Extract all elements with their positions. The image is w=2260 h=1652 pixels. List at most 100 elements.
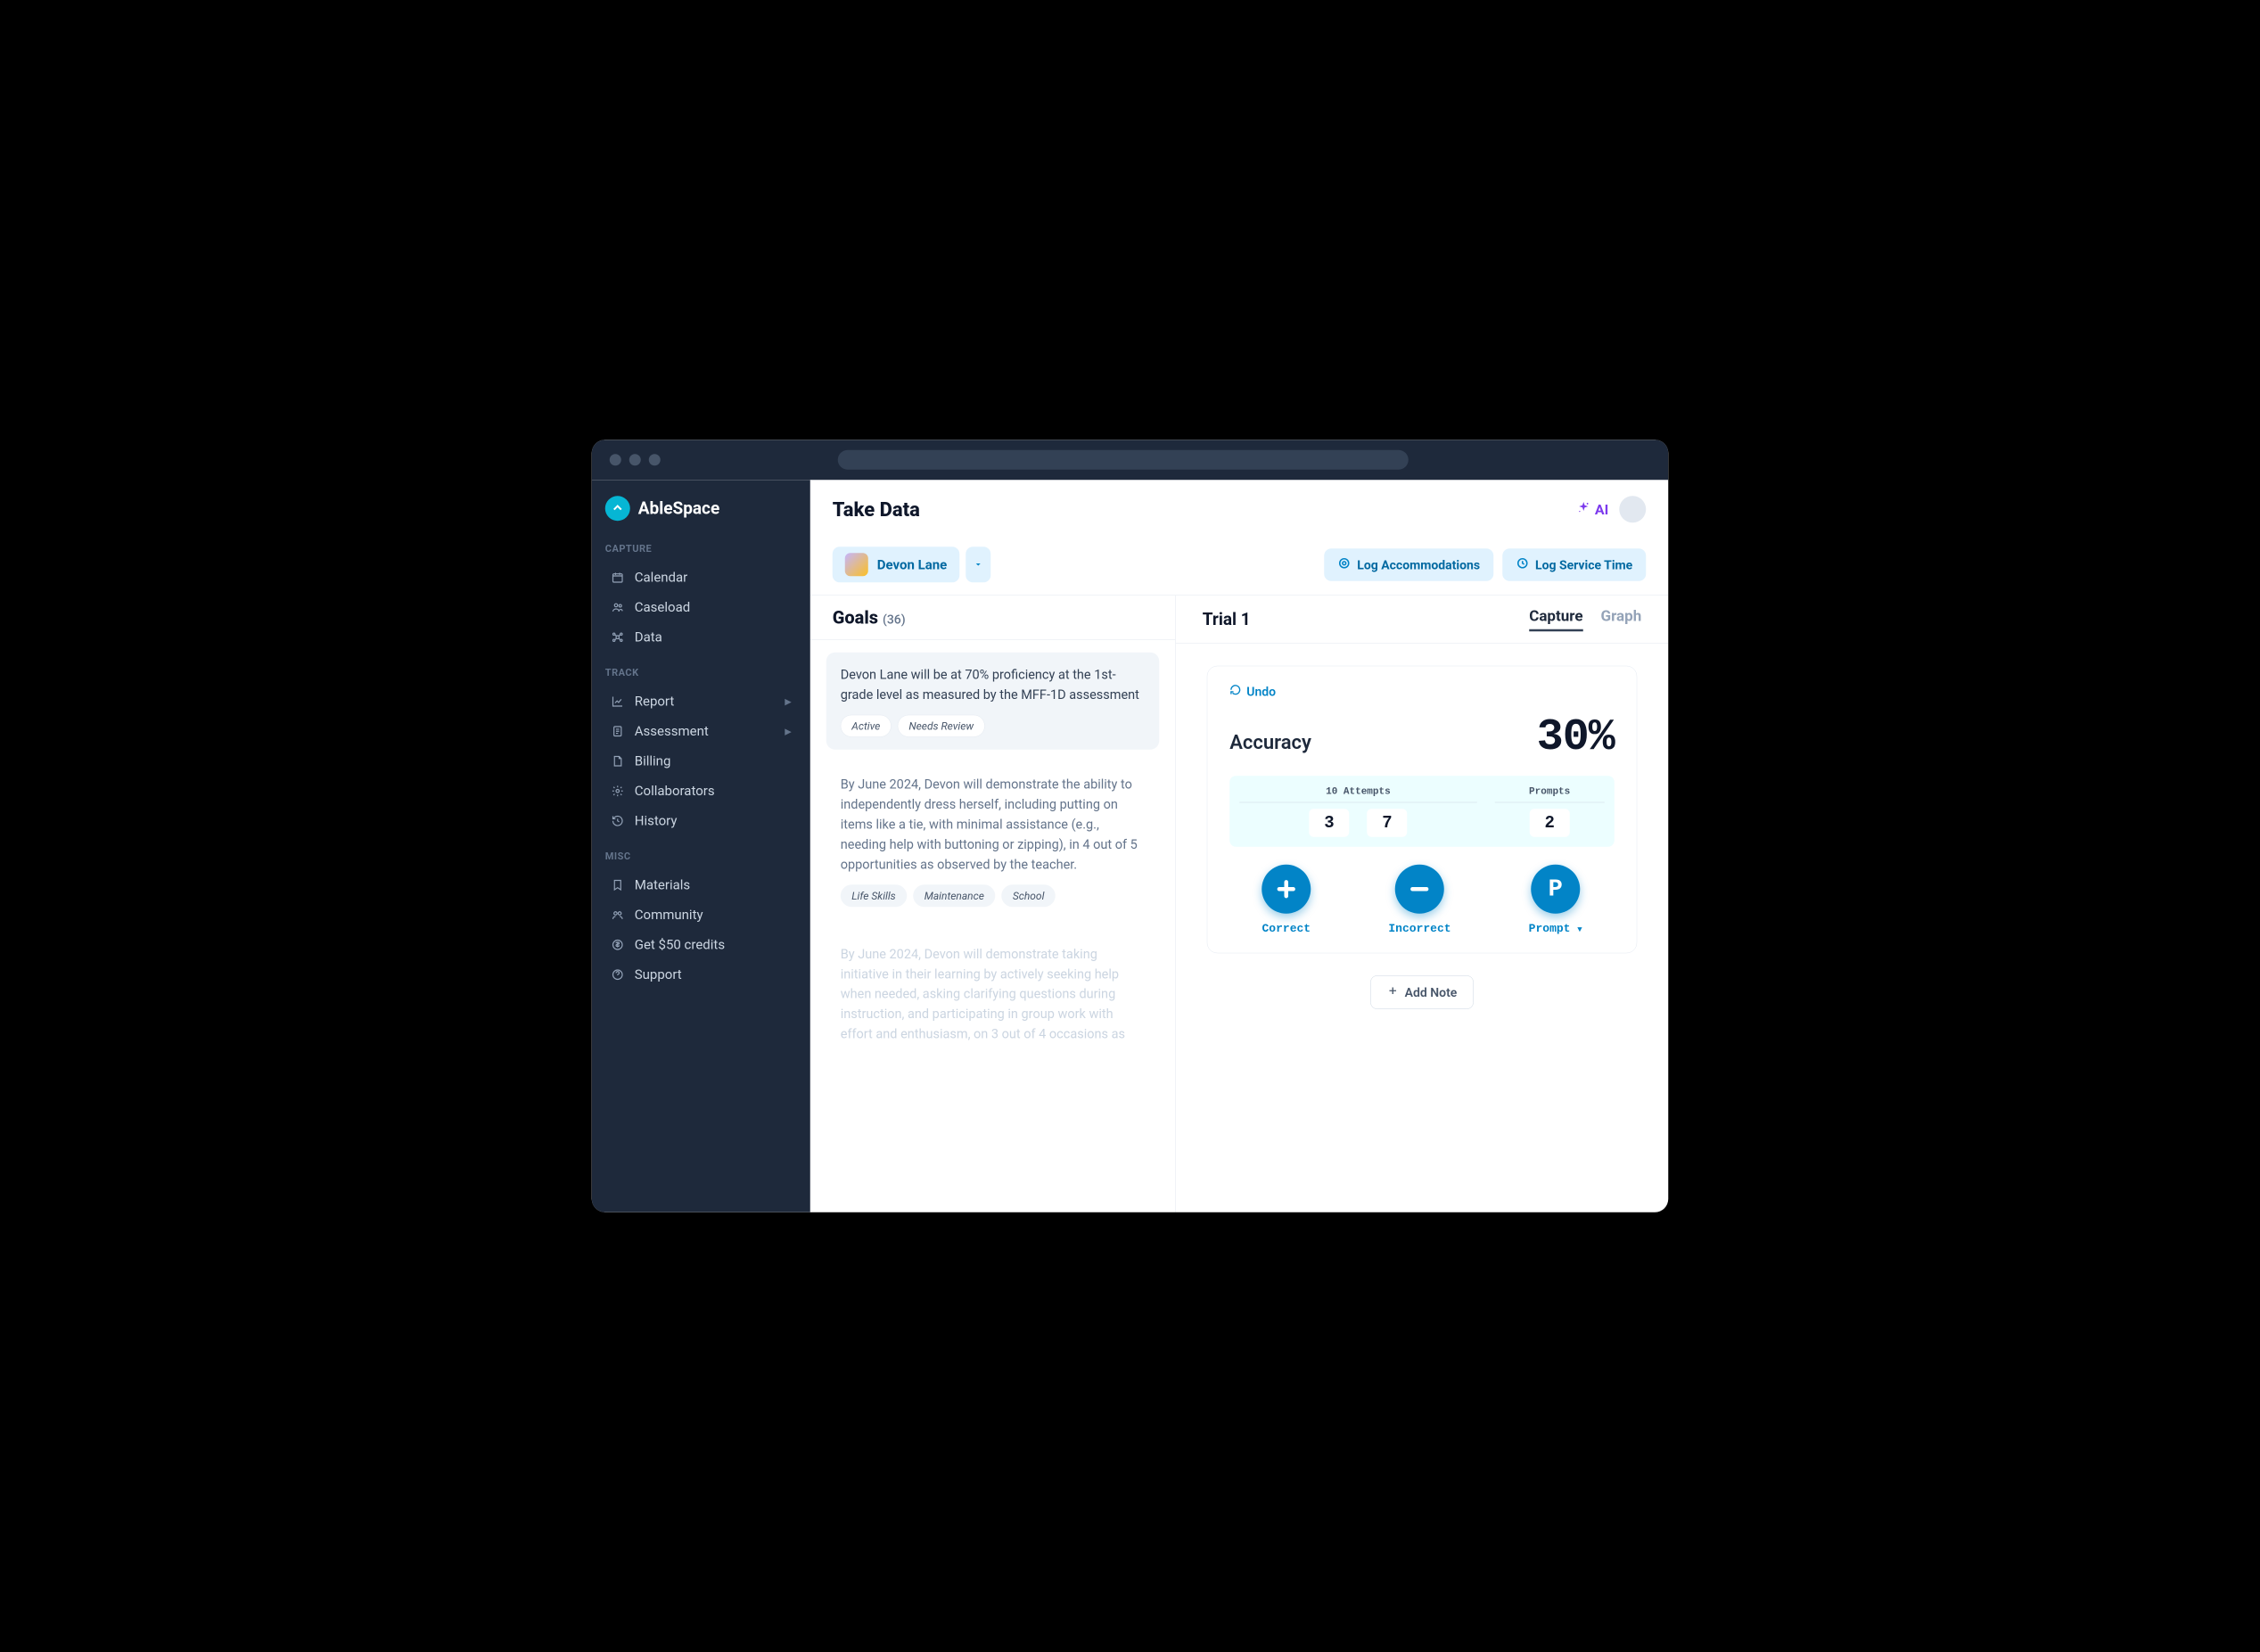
plus-icon (1387, 985, 1399, 1000)
incorrect-button[interactable]: Incorrect (1388, 865, 1451, 935)
student-avatar (845, 553, 868, 576)
nav-label: Support (635, 966, 682, 982)
tag: Life Skills (841, 884, 907, 907)
nav-label: Data (635, 629, 662, 645)
goal-text: By June 2024, Devon will demonstrate the… (841, 775, 1146, 875)
add-note-button[interactable]: Add Note (1370, 975, 1474, 1009)
goal-card[interactable]: By June 2024, Devon will demonstrate the… (826, 762, 1160, 919)
nav-label: Materials (635, 877, 690, 893)
users-icon (611, 600, 625, 614)
logo-text: AbleSpace (638, 498, 719, 518)
header: Take Data AI (810, 480, 1669, 538)
plus-icon (1261, 865, 1311, 914)
stat-attempts: 10 Attempts 3 7 (1239, 785, 1476, 837)
accuracy-value: 30% (1537, 712, 1615, 763)
action-label: Prompt ▼ (1529, 922, 1582, 935)
nav-community[interactable]: Community (605, 900, 797, 930)
trial-title: Trial 1 (1203, 610, 1251, 629)
trial-tabs: Capture Graph (1529, 607, 1641, 632)
logo[interactable]: AbleSpace (605, 496, 797, 521)
help-icon (611, 967, 625, 982)
nav-assessment[interactable]: Assessment ▸ (605, 716, 797, 746)
content: Goals (36) Devon Lane will be at 70% pro… (810, 596, 1669, 1212)
log-service-time-button[interactable]: Log Service Time (1502, 548, 1646, 581)
chevron-right-icon: ▸ (785, 723, 792, 739)
accuracy-row: Accuracy 30% (1229, 712, 1615, 763)
prompt-count: 2 (1530, 809, 1570, 837)
clock-icon (1516, 556, 1529, 573)
incorrect-count: 7 (1367, 809, 1407, 837)
stats-bar: 10 Attempts 3 7 Prompts 2 (1229, 776, 1615, 847)
ai-button[interactable]: AI (1577, 501, 1608, 518)
tag: School (1001, 884, 1056, 907)
toolbar-actions: Log Accommodations Log Service Time (1324, 548, 1646, 581)
nav-data[interactable]: Data (605, 622, 797, 653)
nav-label: Calendar (635, 570, 688, 586)
history-icon (611, 814, 625, 828)
stat-label: Prompts (1495, 785, 1605, 802)
goals-header: Goals (36) (810, 596, 1176, 640)
calendar-icon (611, 571, 625, 585)
chevron-down-icon: ▼ (1577, 925, 1582, 934)
window-control-min[interactable] (629, 454, 641, 465)
app-body: AbleSpace CAPTURE Calendar Caseload Data… (592, 480, 1669, 1212)
nav-label: History (635, 813, 678, 829)
nav-materials[interactable]: Materials (605, 870, 797, 900)
goal-text: Devon Lane will be at 70% proficiency at… (841, 665, 1146, 705)
student-dropdown[interactable] (966, 547, 990, 582)
bookmark-icon (611, 878, 625, 892)
address-bar[interactable] (838, 450, 1409, 470)
nav-support[interactable]: Support (605, 959, 797, 990)
stat-label: 10 Attempts (1239, 785, 1476, 802)
accuracy-card: Undo Accuracy 30% 10 Attempts 3 (1207, 666, 1638, 954)
goal-card[interactable]: Devon Lane will be at 70% proficiency at… (826, 653, 1160, 750)
correct-button[interactable]: Correct (1261, 865, 1311, 935)
nav-report[interactable]: Report ▸ (605, 686, 797, 717)
button-label: Log Service Time (1535, 557, 1632, 572)
add-note-label: Add Note (1405, 985, 1458, 1000)
window-control-max[interactable] (649, 454, 661, 465)
ai-label: AI (1595, 501, 1608, 518)
file-icon (611, 754, 625, 768)
logo-icon (605, 496, 630, 521)
nav-label: Caseload (635, 599, 690, 615)
undo-label: Undo (1246, 684, 1276, 699)
nav-credits[interactable]: Get $50 credits (605, 930, 797, 960)
nav-label: Collaborators (635, 783, 715, 799)
nav-history[interactable]: History (605, 806, 797, 836)
trial-header: Trial 1 Capture Graph (1176, 596, 1669, 644)
section-misc: MISC (605, 851, 797, 862)
prompt-button[interactable]: P Prompt ▼ (1529, 865, 1582, 935)
chevron-right-icon: ▸ (785, 694, 792, 710)
header-right: AI (1577, 496, 1646, 522)
p-icon: P (1531, 865, 1580, 914)
target-icon (1337, 556, 1351, 573)
student-pill[interactable]: Devon Lane (833, 547, 960, 582)
page-title: Take Data (833, 497, 920, 521)
nav-caseload[interactable]: Caseload (605, 592, 797, 622)
log-accommodations-button[interactable]: Log Accommodations (1324, 548, 1493, 581)
nav-billing[interactable]: Billing (605, 746, 797, 777)
correct-count: 3 (1309, 809, 1349, 837)
tag: Maintenance (913, 884, 995, 907)
goal-card[interactable]: By June 2024, Devon will demonstrate tak… (826, 932, 1160, 1066)
app-window: AbleSpace CAPTURE Calendar Caseload Data… (592, 440, 1669, 1212)
nav-label: Report (635, 694, 675, 710)
nav-label: Community (635, 907, 703, 923)
tag: Needs Review (898, 715, 985, 737)
nav-collaborators[interactable]: Collaborators (605, 776, 797, 806)
goal-text: By June 2024, Devon will demonstrate tak… (841, 944, 1146, 1044)
user-avatar[interactable] (1619, 496, 1646, 522)
nav-calendar[interactable]: Calendar (605, 563, 797, 593)
undo-button[interactable]: Undo (1229, 684, 1615, 699)
main: Take Data AI Devon Lane (810, 480, 1669, 1212)
stat-prompts: Prompts 2 (1495, 785, 1605, 837)
window-control-close[interactable] (610, 454, 621, 465)
section-capture: CAPTURE (605, 543, 797, 555)
tab-graph[interactable]: Graph (1601, 607, 1642, 632)
tab-capture[interactable]: Capture (1529, 607, 1582, 632)
accuracy-label: Accuracy (1229, 730, 1311, 753)
button-label: Log Accommodations (1357, 557, 1480, 572)
goals-count: (36) (883, 612, 906, 627)
action-label: Incorrect (1388, 922, 1451, 935)
